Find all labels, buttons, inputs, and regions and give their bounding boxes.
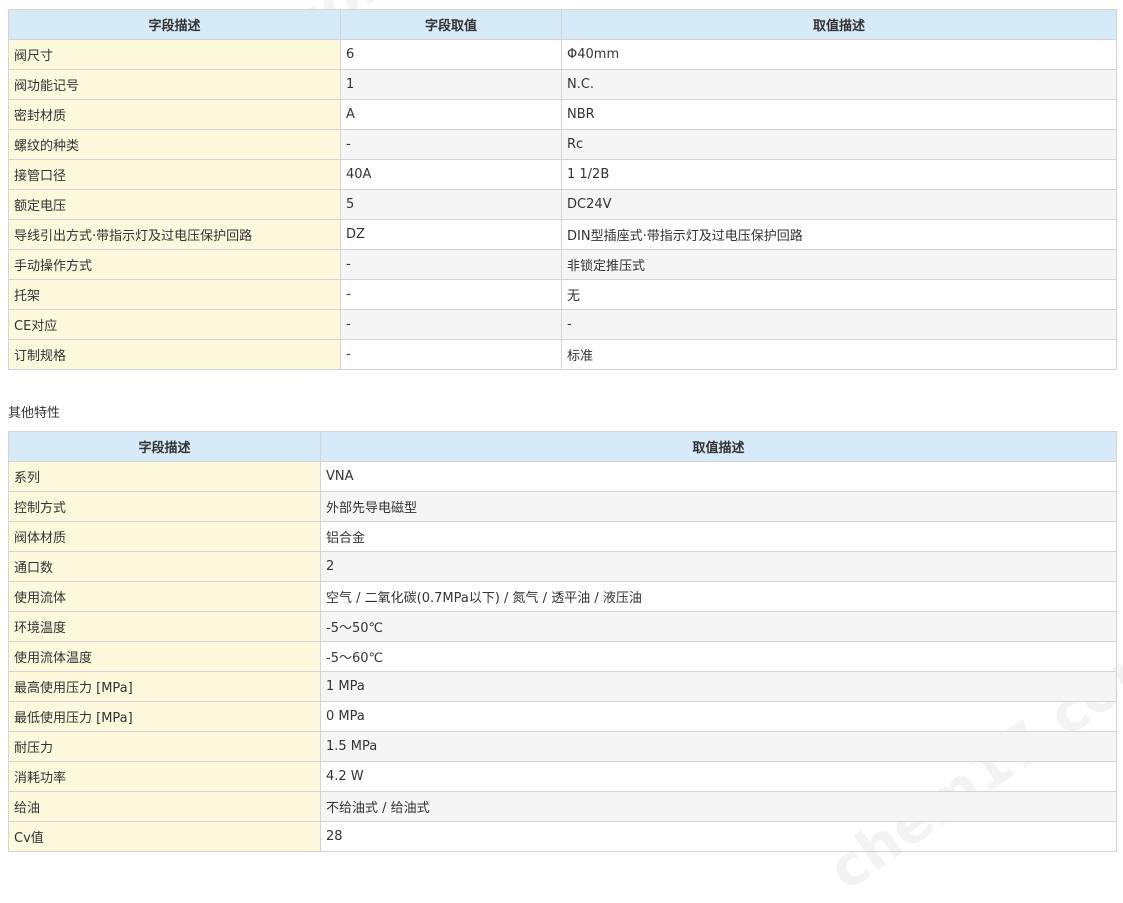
table-row: 阀体材质 铝合金	[8, 521, 1117, 552]
value-desc-cell: 1 MPa	[320, 671, 1117, 702]
table-row: 阀功能记号 1 N.C.	[8, 69, 1117, 100]
field-name-cell: 订制规格	[8, 339, 341, 370]
field-name-cell: 最低使用压力 [MPa]	[8, 701, 321, 732]
field-name-cell: 阀功能记号	[8, 69, 341, 100]
table-row: 密封材质 A NBR	[8, 99, 1117, 130]
value-desc-cell: 不给油式 / 给油式	[320, 791, 1117, 822]
table-row: 额定电压 5 DC24V	[8, 189, 1117, 220]
table-row: 最低使用压力 [MPa] 0 MPa	[8, 701, 1117, 732]
spec-table: 字段描述 字段取值 取值描述 阀尺寸 6 Φ40mm 阀功能记号 1 N.C. 密封材质 A N…	[8, 9, 1117, 370]
field-name-cell: 使用流体温度	[8, 641, 321, 672]
field-name-cell: 消耗功率	[8, 761, 321, 792]
table-row: 通口数 2	[8, 551, 1117, 582]
value-desc-cell: Φ40mm	[561, 39, 1117, 70]
field-name-cell: 最高使用压力 [MPa]	[8, 671, 321, 702]
field-value-cell: DZ	[340, 219, 562, 250]
field-value-cell: 1	[340, 69, 562, 100]
header-field-desc: 字段描述	[8, 9, 341, 40]
field-name-cell: Cv值	[8, 821, 321, 852]
other-features-header-row: 字段描述 取值描述	[8, 431, 1117, 462]
value-desc-cell: 外部先导电磁型	[320, 491, 1117, 522]
value-desc-cell: 1 1/2B	[561, 159, 1117, 190]
field-name-cell: 阀体材质	[8, 521, 321, 552]
value-desc-cell: 标准	[561, 339, 1117, 370]
other-features-table: 字段描述 取值描述 系列 VNA 控制方式 外部先导电磁型 阀体材质 铝合金 通口数 2 使用流…	[8, 431, 1117, 852]
field-value-cell: -	[340, 309, 562, 340]
field-name-cell: 使用流体	[8, 581, 321, 612]
field-name-cell: 环境温度	[8, 611, 321, 642]
field-name-cell: 螺纹的种类	[8, 129, 341, 160]
value-desc-cell: -5～50℃	[320, 611, 1117, 642]
value-desc-cell: DC24V	[561, 189, 1117, 220]
value-desc-cell: NBR	[561, 99, 1117, 130]
spec-table-header-row: 字段描述 字段取值 取值描述	[8, 9, 1117, 40]
value-desc-cell: 0 MPa	[320, 701, 1117, 732]
field-value-cell: -	[340, 129, 562, 160]
value-desc-cell: 铝合金	[320, 521, 1117, 552]
value-desc-cell: VNA	[320, 461, 1117, 492]
table-row: 螺纹的种类 - Rc	[8, 129, 1117, 160]
field-name-cell: 系列	[8, 461, 321, 492]
value-desc-cell: N.C.	[561, 69, 1117, 100]
table-row: 接管口径 40A 1 1/2B	[8, 159, 1117, 190]
field-value-cell: 6	[340, 39, 562, 70]
field-name-cell: 给油	[8, 791, 321, 822]
table-row: Cv值 28	[8, 821, 1117, 852]
field-name-cell: 耐压力	[8, 731, 321, 762]
table-row: 订制规格 - 标准	[8, 339, 1117, 370]
header-field-value: 字段取值	[340, 9, 562, 40]
field-value-cell: -	[340, 279, 562, 310]
header-field-desc: 字段描述	[8, 431, 321, 462]
table-row: 消耗功率 4.2 W	[8, 761, 1117, 792]
field-name-cell: 接管口径	[8, 159, 341, 190]
value-desc-cell: 无	[561, 279, 1117, 310]
value-desc-cell: -	[561, 309, 1117, 340]
value-desc-cell: DIN型插座式·带指示灯及过电压保护回路	[561, 219, 1117, 250]
field-name-cell: CE对应	[8, 309, 341, 340]
value-desc-cell: 4.2 W	[320, 761, 1117, 792]
header-value-desc: 取值描述	[561, 9, 1117, 40]
header-value-desc: 取值描述	[320, 431, 1117, 462]
value-desc-cell: 空气 / 二氧化碳(0.7MPa以下) / 氮气 / 透平油 / 液压油	[320, 581, 1117, 612]
field-name-cell: 托架	[8, 279, 341, 310]
field-name-cell: 密封材质	[8, 99, 341, 130]
value-desc-cell: Rc	[561, 129, 1117, 160]
table-row: 最高使用压力 [MPa] 1 MPa	[8, 671, 1117, 702]
value-desc-cell: 2	[320, 551, 1117, 582]
value-desc-cell: 1.5 MPa	[320, 731, 1117, 762]
field-name-cell: 手动操作方式	[8, 249, 341, 280]
table-row: 使用流体 空气 / 二氧化碳(0.7MPa以下) / 氮气 / 透平油 / 液压油	[8, 581, 1117, 612]
field-name-cell: 导线引出方式·带指示灯及过电压保护回路	[8, 219, 341, 250]
field-name-cell: 阀尺寸	[8, 39, 341, 70]
field-value-cell: 40A	[340, 159, 562, 190]
table-row: 耐压力 1.5 MPa	[8, 731, 1117, 762]
table-row: 给油 不给油式 / 给油式	[8, 791, 1117, 822]
value-desc-cell: 非锁定推压式	[561, 249, 1117, 280]
table-row: CE对应 - -	[8, 309, 1117, 340]
table-row: 环境温度 -5～50℃	[8, 611, 1117, 642]
value-desc-cell: -5～60℃	[320, 641, 1117, 672]
table-row: 使用流体温度 -5～60℃	[8, 641, 1117, 672]
field-value-cell: -	[340, 339, 562, 370]
table-row: 系列 VNA	[8, 461, 1117, 492]
table-row: 导线引出方式·带指示灯及过电压保护回路 DZ DIN型插座式·带指示灯及过电压保护回…	[8, 219, 1117, 250]
field-value-cell: -	[340, 249, 562, 280]
value-desc-cell: 28	[320, 821, 1117, 852]
field-name-cell: 额定电压	[8, 189, 341, 220]
field-name-cell: 通口数	[8, 551, 321, 582]
table-row: 手动操作方式 - 非锁定推压式	[8, 249, 1117, 280]
field-name-cell: 控制方式	[8, 491, 321, 522]
field-value-cell: 5	[340, 189, 562, 220]
section-title: 其他特性	[8, 406, 61, 421]
table-row: 阀尺寸 6 Φ40mm	[8, 39, 1117, 70]
field-value-cell: A	[340, 99, 562, 130]
table-row: 控制方式 外部先导电磁型	[8, 491, 1117, 522]
table-row: 托架 - 无	[8, 279, 1117, 310]
